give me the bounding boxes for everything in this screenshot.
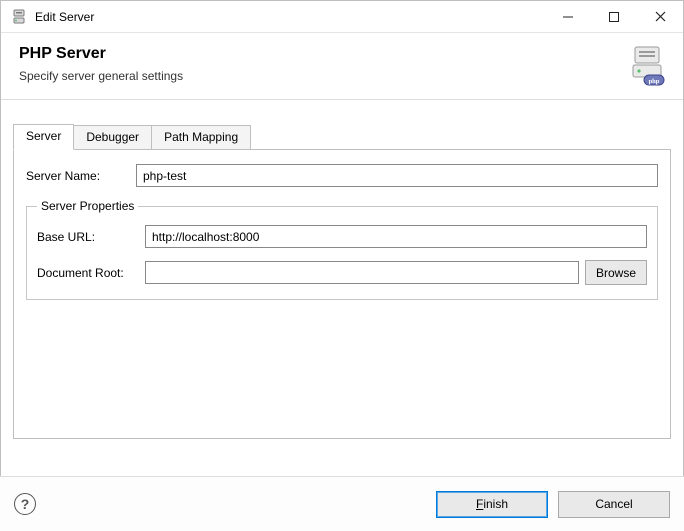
banner: PHP Server Specify server general settin… xyxy=(1,33,683,100)
finish-button[interactable]: Finish xyxy=(436,491,548,518)
php-server-icon: php xyxy=(623,43,669,89)
content-area: Server Debugger Path Mapping Server Name… xyxy=(1,124,683,439)
help-icon[interactable]: ? xyxy=(14,493,36,515)
base-url-label: Base URL: xyxy=(37,230,145,244)
svg-text:php: php xyxy=(649,78,660,85)
page-subtitle: Specify server general settings xyxy=(19,69,665,83)
app-icon xyxy=(11,9,27,25)
browse-button[interactable]: Browse xyxy=(585,260,647,285)
tab-panel-server: Server Name: Server Properties Base URL:… xyxy=(13,149,671,439)
tab-strip: Server Debugger Path Mapping xyxy=(13,124,671,149)
server-properties-legend: Server Properties xyxy=(37,199,138,213)
dialog-footer: ? Finish Cancel xyxy=(0,476,684,531)
close-button[interactable] xyxy=(637,1,683,33)
server-properties-group: Server Properties Base URL: Document Roo… xyxy=(26,199,658,300)
server-name-label: Server Name: xyxy=(26,169,136,183)
base-url-input[interactable] xyxy=(145,225,647,248)
minimize-button[interactable] xyxy=(545,1,591,33)
titlebar: Edit Server xyxy=(1,1,683,33)
tab-server[interactable]: Server xyxy=(13,124,74,150)
tab-debugger[interactable]: Debugger xyxy=(73,125,152,149)
server-name-input[interactable] xyxy=(136,164,658,187)
tab-path-mapping[interactable]: Path Mapping xyxy=(151,125,251,149)
document-root-input[interactable] xyxy=(145,261,579,284)
maximize-button[interactable] xyxy=(591,1,637,33)
page-title: PHP Server xyxy=(19,45,665,63)
cancel-button[interactable]: Cancel xyxy=(558,491,670,518)
document-root-label: Document Root: xyxy=(37,266,145,280)
window-title: Edit Server xyxy=(35,10,94,24)
